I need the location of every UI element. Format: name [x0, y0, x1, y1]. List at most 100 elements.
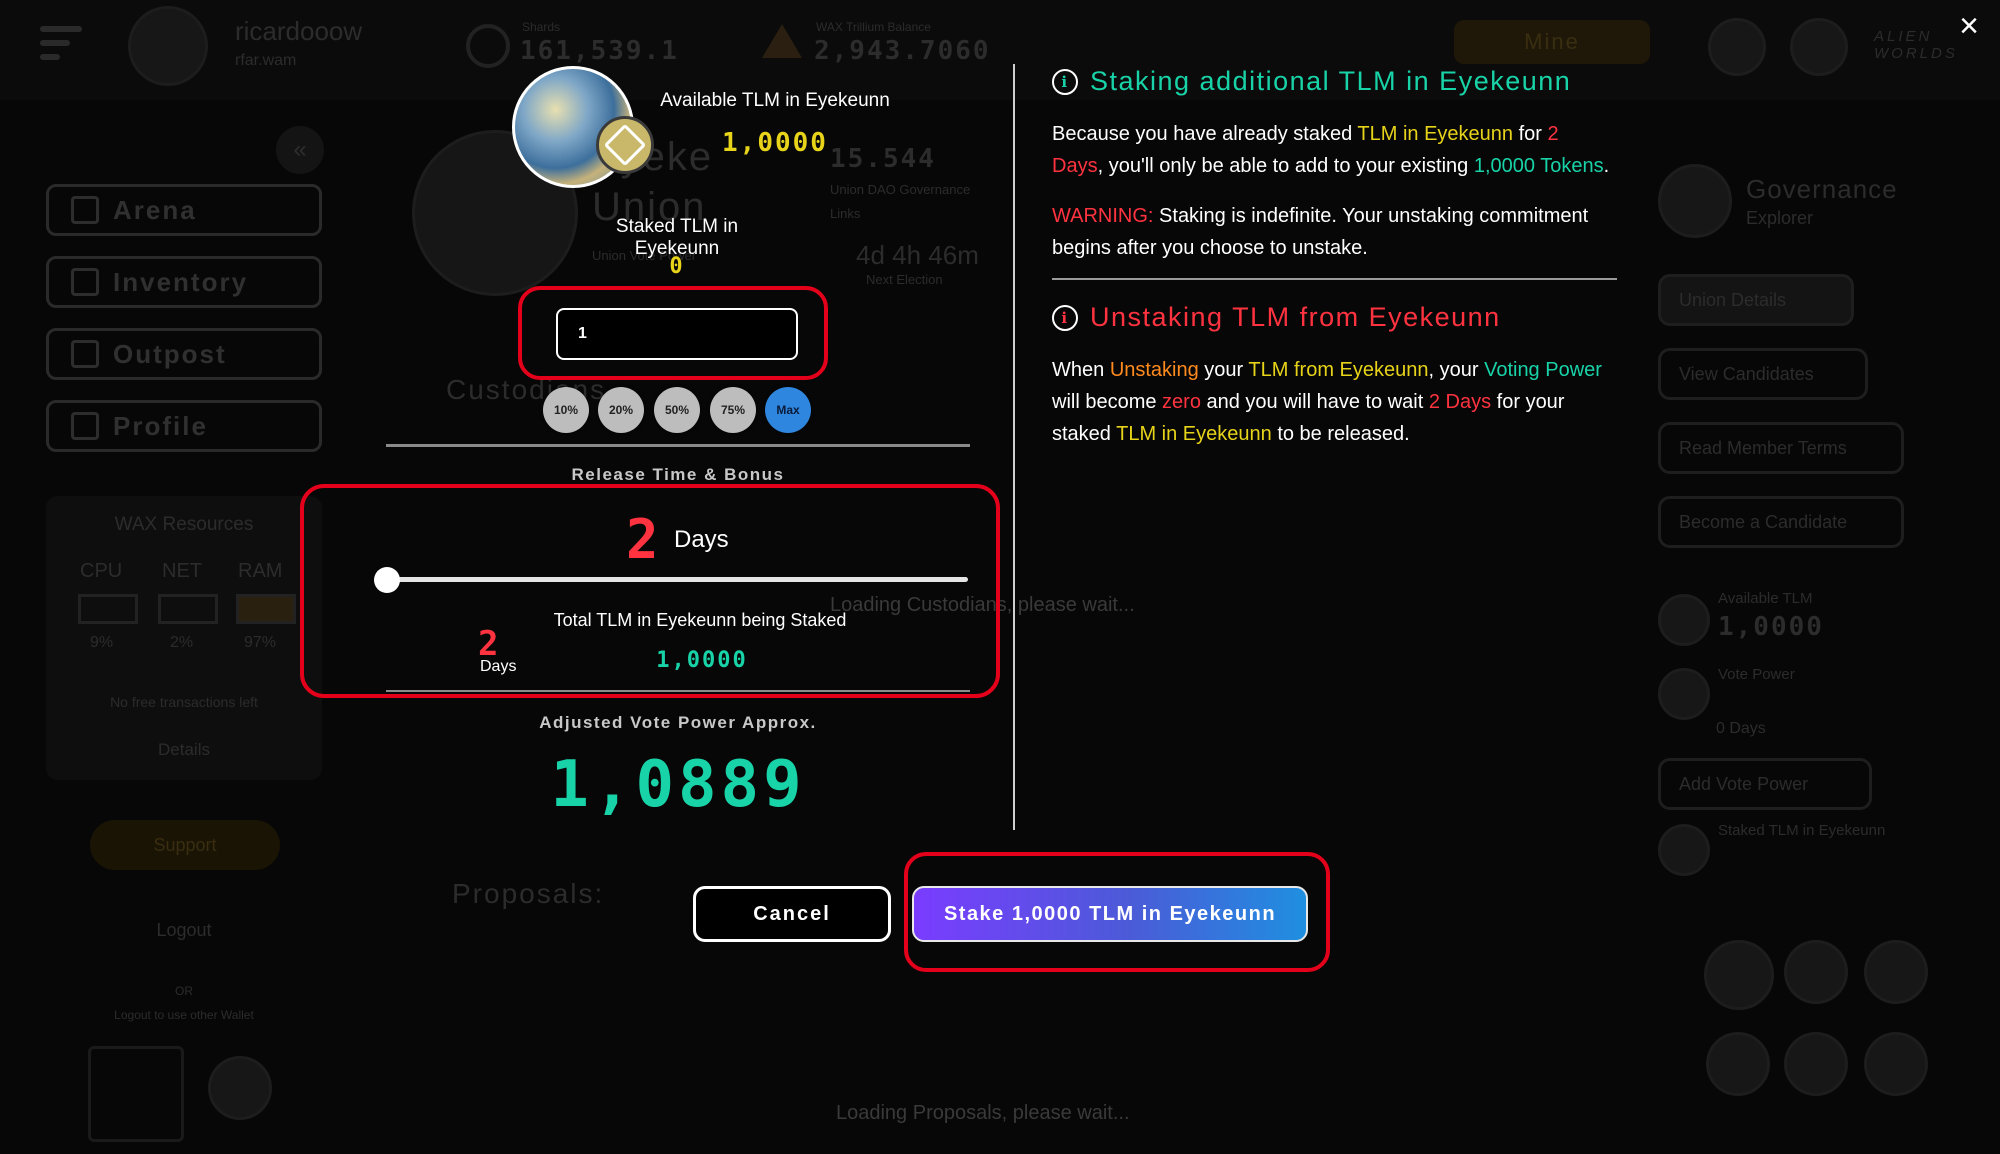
- available-tlm-label: Available TLM in Eyekeunn: [660, 90, 890, 111]
- percent-50-button[interactable]: 50%: [654, 387, 700, 433]
- net-pct: 2%: [170, 634, 194, 651]
- union-details-button[interactable]: Union Details: [1658, 274, 1854, 326]
- tools-icon[interactable]: [1708, 18, 1766, 76]
- release-time-slider[interactable]: [374, 567, 968, 593]
- staking-info-title: i Staking additional TLM in Eyekeunn: [1052, 66, 1571, 97]
- info-icon: i: [1052, 304, 1078, 331]
- next-election-label: Next Election: [866, 272, 943, 287]
- ram-pct: 97%: [244, 634, 277, 651]
- trillium-value: 2,943.7060: [814, 36, 991, 66]
- text: will become: [1052, 391, 1163, 413]
- profile-icon: [71, 412, 99, 440]
- percent-max-button[interactable]: Max: [765, 387, 811, 433]
- slider-track: [386, 577, 968, 582]
- sidebar-item-label: Profile: [113, 410, 208, 441]
- logout-other-note: Logout to use other Wallet: [114, 1008, 254, 1022]
- mine-button[interactable]: Mine: [1454, 20, 1650, 64]
- modal-vertical-divider: [1013, 64, 1015, 830]
- unstaking-info-paragraph: When Unstaking your TLM from Eyekeunn, y…: [1052, 354, 1607, 450]
- arena-icon: [71, 196, 99, 224]
- dao-links-label: Union DAO Governance Links: [830, 182, 971, 221]
- slider-handle[interactable]: [374, 567, 400, 593]
- staked-tlm-value: 0: [669, 254, 685, 279]
- text: Voting Power: [1484, 359, 1602, 381]
- inventory-icon: [71, 268, 99, 296]
- settings-icon[interactable]: [1790, 18, 1848, 76]
- ram-bar: [236, 594, 296, 624]
- next-election-value: 4d 4h 46m: [856, 240, 979, 270]
- percent-75-button[interactable]: 75%: [710, 387, 756, 433]
- text: your: [1198, 359, 1249, 381]
- collapse-sidebar-button[interactable]: «: [276, 126, 324, 174]
- details-link[interactable]: Details: [46, 740, 322, 760]
- text: Because you have already staked: [1052, 123, 1358, 145]
- text: When: [1052, 359, 1110, 381]
- planet-thumb[interactable]: [1706, 1032, 1770, 1096]
- close-icon[interactable]: ×: [1954, 8, 1984, 44]
- ram-label: RAM: [238, 560, 283, 582]
- sidebar-item-profile[interactable]: Profile: [46, 400, 322, 452]
- support-button[interactable]: Support: [90, 820, 280, 870]
- info-title-text: Unstaking TLM from Eyekeunn: [1090, 302, 1501, 332]
- available-tlm-label: Available TLM: [1718, 590, 1813, 607]
- union-badge-icon: [596, 116, 654, 174]
- view-candidates-button[interactable]: View Candidates: [1658, 348, 1868, 400]
- warning-label: WARNING:: [1052, 205, 1154, 227]
- sidebar-item-arena[interactable]: Arena: [46, 184, 322, 236]
- no-free-tx-note: No free transactions left: [110, 694, 258, 710]
- governance-avatar: [1658, 164, 1732, 238]
- percent-20-button[interactable]: 20%: [598, 387, 644, 433]
- cpu-label: CPU: [80, 560, 123, 582]
- planet-thumb[interactable]: [1704, 940, 1774, 1010]
- release-time-title: Release Time & Bonus: [571, 465, 785, 484]
- outpost-icon: [71, 340, 99, 368]
- add-vote-power-button[interactable]: Add Vote Power: [1658, 758, 1872, 810]
- become-candidate-button[interactable]: Become a Candidate: [1658, 496, 1904, 548]
- sidebar-item-label: Outpost: [113, 338, 227, 369]
- warning-paragraph: WARNING: Staking is indefinite. Your uns…: [1052, 200, 1592, 264]
- available-tlm-value: 1,0000: [722, 128, 828, 158]
- staking-info-paragraph: Because you have already staked TLM in E…: [1052, 118, 1612, 182]
- read-member-terms-button[interactable]: Read Member Terms: [1658, 422, 1904, 474]
- top-bar: [0, 0, 2000, 100]
- vote-power-value: 1,0889: [550, 748, 806, 822]
- sidebar-item-inventory[interactable]: Inventory: [46, 256, 322, 308]
- planet-thumb[interactable]: [1784, 940, 1848, 1004]
- vote-days: 0 Days: [1716, 720, 1766, 737]
- governance-subtitle: Explorer: [1746, 208, 1814, 228]
- logout-link[interactable]: Logout: [46, 920, 322, 941]
- stake-amount-input[interactable]: [556, 308, 798, 360]
- cancel-button[interactable]: Cancel: [693, 886, 891, 942]
- info-divider: [1052, 278, 1617, 280]
- total-staked-value: 1,0000: [656, 648, 748, 673]
- percent-10-button[interactable]: 10%: [543, 387, 589, 433]
- loading-proposals: Loading Proposals, please wait...: [836, 1102, 1130, 1124]
- planet-thumb[interactable]: [1784, 1032, 1848, 1096]
- net-bar: [158, 594, 218, 624]
- sidebar-item-label: Inventory: [113, 266, 249, 297]
- available-tlm-icon: [1658, 594, 1710, 646]
- total-staked-label: Total TLM in Eyekeunn being Staked: [553, 610, 847, 630]
- text: you'll only be able to add to your exist…: [1103, 155, 1474, 177]
- button-label: Add Vote Power: [1679, 773, 1809, 794]
- text: 1,0000 Tokens: [1473, 155, 1604, 177]
- info-icon: i: [1052, 68, 1078, 95]
- other-wallet-icon[interactable]: [208, 1056, 272, 1120]
- text: zero: [1162, 391, 1201, 413]
- menu-icon[interactable]: [40, 26, 86, 62]
- wallet-logo-icon[interactable]: [88, 1046, 184, 1142]
- planet-thumb[interactable]: [1864, 1032, 1928, 1096]
- button-label: Union Details: [1679, 289, 1787, 310]
- sidebar-item-outpost[interactable]: Outpost: [46, 328, 322, 380]
- vote-power-title: Adjusted Vote Power Approx.: [539, 713, 817, 732]
- avatar[interactable]: [128, 6, 208, 86]
- planet-thumb[interactable]: [1864, 940, 1928, 1004]
- text: TLM in Eyekeunn: [1116, 423, 1272, 445]
- username: ricardooow: [235, 16, 363, 46]
- days-value: 2: [626, 508, 661, 571]
- shards-icon: [466, 24, 510, 68]
- text: for: [1513, 123, 1548, 145]
- stake-button[interactable]: Stake 1,0000 TLM in Eyekeunn: [912, 886, 1308, 942]
- trillium-icon: [762, 24, 802, 58]
- text: to be released.: [1271, 423, 1410, 445]
